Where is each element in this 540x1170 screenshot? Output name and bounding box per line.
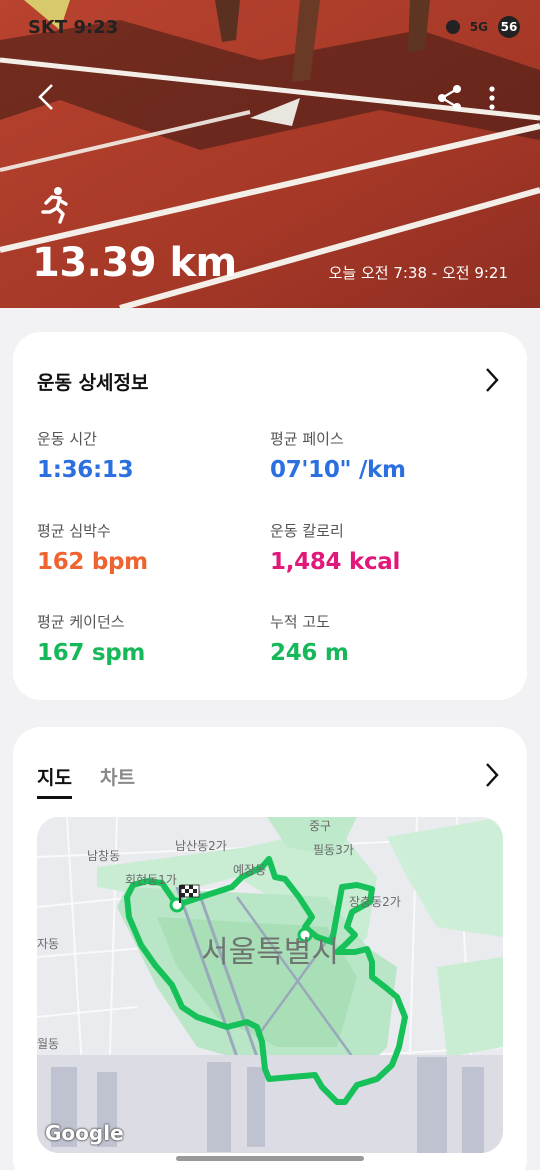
map-label: 남창동 <box>87 849 121 863</box>
stat-label: 평균 심박수 <box>37 522 111 540</box>
network-indicator: 5G <box>469 20 488 34</box>
more-vertical-icon <box>489 86 495 110</box>
map-label: 예장동 <box>233 863 267 877</box>
details-title: 운동 상세정보 <box>37 372 149 394</box>
more-options-button[interactable] <box>480 84 504 112</box>
tab-map[interactable]: 지도 <box>37 763 72 799</box>
finish-marker-icon <box>169 897 185 913</box>
stat-value: 1:36:13 <box>37 457 134 483</box>
stat-label: 평균 케이던스 <box>37 613 125 631</box>
running-icon <box>41 187 68 224</box>
map-label: 중구 <box>309 819 332 833</box>
back-button[interactable] <box>34 82 62 112</box>
home-indicator[interactable] <box>176 1156 364 1161</box>
stat-label: 운동 시간 <box>37 430 97 448</box>
map-label: 월동 <box>37 1037 60 1051</box>
stat-duration: 운동 시간 1:36:13 <box>37 428 267 483</box>
hero-banner: SKT 9:23 5G 56 13.39 km 오늘 오전 7:38 - 오전 <box>0 0 540 308</box>
map-label: 남산동2가 <box>175 839 227 853</box>
chevron-right-icon[interactable] <box>483 761 501 789</box>
dnd-icon <box>445 20 460 34</box>
google-logo: Google <box>45 1121 124 1145</box>
map-tabs: 지도 차트 <box>37 763 135 799</box>
stat-value: 246 m <box>270 640 349 666</box>
stat-value: 162 bpm <box>37 549 148 575</box>
map-label: 자동 <box>37 937 60 951</box>
chevron-left-icon <box>38 84 53 110</box>
distance-value: 13.39 km <box>32 240 237 286</box>
stat-value: 1,484 kcal <box>270 549 401 575</box>
map-label: 회현동1가 <box>125 873 177 887</box>
workout-timespan: 오늘 오전 7:38 - 오전 9:21 <box>328 264 508 282</box>
stat-heart-rate: 평균 심박수 162 bpm <box>37 520 267 575</box>
workout-details-card[interactable]: 운동 상세정보 운동 시간 1:36:13 평균 페이스 07'10" /km … <box>13 332 527 700</box>
stat-cadence: 평균 케이던스 167 spm <box>37 611 267 666</box>
map-city-label: 서울특별시 <box>201 935 339 970</box>
route-map[interactable]: 남창동 남산동2가 중구 필동3가 회현동1가 예장동 장충동2가 자동 서울특… <box>37 817 503 1153</box>
stat-label: 평균 페이스 <box>270 430 344 448</box>
battery-icon: 56 <box>498 16 520 38</box>
stat-label: 누적 고도 <box>270 613 330 631</box>
stat-calories: 운동 칼로리 1,484 kcal <box>270 520 500 575</box>
map-label: 필동3가 <box>313 843 354 857</box>
map-card: 지도 차트 남창동 남산동2가 중구 필동3가 회현동1가 예장동 장충동2가 … <box>13 727 527 1170</box>
stat-pace: 평균 페이스 07'10" /km <box>270 428 500 483</box>
share-icon <box>438 85 461 111</box>
share-button[interactable] <box>436 84 464 112</box>
map-canvas <box>37 817 503 1153</box>
chevron-right-icon[interactable] <box>483 366 501 394</box>
stat-value: 07'10" /km <box>270 457 406 483</box>
status-time: SKT 9:23 <box>28 16 119 38</box>
stat-elevation: 누적 고도 246 m <box>270 611 500 666</box>
tab-chart[interactable]: 차트 <box>100 763 135 799</box>
stat-label: 운동 칼로리 <box>270 522 344 540</box>
map-label: 장충동2가 <box>349 895 401 909</box>
stat-value: 167 spm <box>37 640 146 666</box>
status-bar: SKT 9:23 5G 56 <box>28 14 520 40</box>
